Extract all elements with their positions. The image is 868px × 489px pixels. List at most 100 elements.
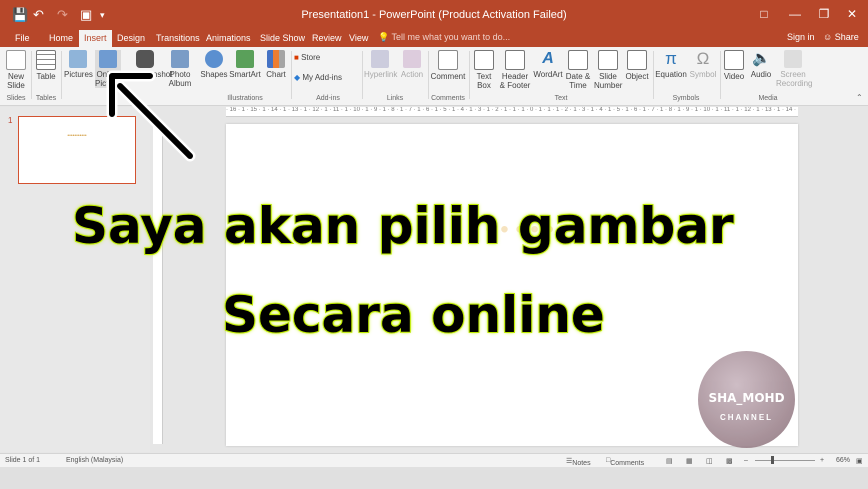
action-label: Action xyxy=(400,70,424,79)
tab-slide-show[interactable]: Slide Show xyxy=(255,32,310,44)
zoom-slider-thumb[interactable] xyxy=(771,456,774,464)
zoom-level[interactable]: 66% xyxy=(836,457,850,464)
object-button[interactable]: Object xyxy=(624,50,650,81)
object-label: Object xyxy=(625,72,649,81)
comment-label: Comment xyxy=(430,72,466,81)
slide-counter: Slide 1 of 1 xyxy=(5,457,41,464)
wordart-label: WordArt xyxy=(533,70,563,79)
zoom-slider[interactable] xyxy=(755,460,815,461)
tell-me-search[interactable]: 💡 Tell me what you want to do... xyxy=(378,32,510,43)
sign-in-link[interactable]: Sign in xyxy=(787,32,815,42)
audio-button[interactable]: 🔈 Audio xyxy=(749,50,773,79)
calendar-icon xyxy=(568,50,588,70)
group-label-illustrations: Illustrations xyxy=(227,95,263,102)
date-time-label: Date & Time xyxy=(565,72,591,90)
equation-icon: π xyxy=(665,49,677,68)
hyperlink-label: Hyperlink xyxy=(364,70,398,79)
addins-icon: ◆ xyxy=(294,73,301,82)
tab-file[interactable]: File xyxy=(10,32,35,44)
new-slide-label: New Slide xyxy=(7,72,25,90)
tab-home[interactable]: Home xyxy=(44,32,78,44)
reading-view-icon[interactable]: ◫ xyxy=(706,457,713,465)
action-icon xyxy=(403,50,421,68)
bottom-strip xyxy=(0,467,868,489)
hyperlink-icon xyxy=(371,50,389,68)
store-button[interactable]: ■ Store xyxy=(294,53,334,62)
horizontal-ruler: · 16 · 1 · 15 · 1 · 14 · 1 · 13 · 1 · 12… xyxy=(226,107,798,117)
pictures-label: Pictures xyxy=(64,70,93,79)
channel-watermark: SHA_MOHD CHANNEL xyxy=(698,351,795,448)
comment-button[interactable]: Comment xyxy=(430,50,466,81)
slide-sorter-icon[interactable]: ▦ xyxy=(686,457,693,465)
equation-button[interactable]: π Equation xyxy=(655,49,687,80)
object-icon xyxy=(627,50,647,70)
slide-number-button[interactable]: Slide Number xyxy=(594,50,622,90)
store-label: Store xyxy=(301,53,321,62)
equation-label: Equation xyxy=(655,70,687,79)
fit-to-window-icon[interactable]: ▣ xyxy=(856,457,863,465)
symbol-button[interactable]: Ω Symbol xyxy=(689,50,717,80)
group-label-text: Text xyxy=(554,95,568,102)
text-box-button[interactable]: Text Box xyxy=(472,50,496,90)
group-label-comments: Comments xyxy=(431,95,465,102)
caption-line-1: Saya akan pilih gambar xyxy=(71,196,735,256)
zoom-in-icon[interactable]: + xyxy=(820,457,824,464)
slide-number-icon xyxy=(598,50,618,70)
screen-recording-button[interactable]: Screen Recording xyxy=(776,50,812,88)
new-slide-button[interactable]: New Slide xyxy=(4,50,28,90)
header-footer-button[interactable]: Header & Footer xyxy=(499,50,531,90)
collapse-ribbon-icon[interactable]: ⌃ xyxy=(856,93,863,102)
tab-animations[interactable]: Animations xyxy=(201,32,256,44)
zoom-out-icon[interactable]: – xyxy=(744,457,748,464)
maximize-button[interactable]: ❐ xyxy=(812,5,836,23)
table-icon xyxy=(36,50,56,70)
user-icon: ☺ xyxy=(823,32,833,42)
pictures-button[interactable]: Pictures xyxy=(64,50,93,79)
header-footer-icon xyxy=(505,50,525,70)
slideshow-view-icon[interactable]: ▩ xyxy=(726,457,733,465)
title-bar: 💾 ↶ ↷ ▣ ▾ Presentation1 - PowerPoint (Pr… xyxy=(0,0,868,30)
language-indicator[interactable]: English (Malaysia) xyxy=(66,457,123,464)
group-label-links: Links xyxy=(386,95,404,102)
tell-me-text: Tell me what you want to do... xyxy=(391,32,511,42)
group-label-symbols: Symbols xyxy=(672,95,700,102)
chart-icon xyxy=(267,50,285,68)
table-button[interactable]: Table xyxy=(35,50,57,81)
video-button[interactable]: Video xyxy=(722,50,746,81)
share-label: Share xyxy=(834,32,859,42)
hyperlink-button[interactable]: Hyperlink xyxy=(364,50,398,79)
tab-insert[interactable]: Insert xyxy=(79,30,112,48)
close-button[interactable]: ✕ xyxy=(840,5,864,23)
store-icon: ■ xyxy=(294,53,299,62)
tab-transitions[interactable]: Transitions xyxy=(151,32,205,44)
ribbon-display-icon[interactable]: □ xyxy=(752,5,776,23)
notes-button[interactable]: ☰ Notes xyxy=(566,457,591,467)
text-box-label: Text Box xyxy=(476,72,492,90)
action-button[interactable]: Action xyxy=(399,50,425,79)
new-slide-icon xyxy=(6,50,26,70)
comments-button[interactable]: □ Comments xyxy=(606,457,644,467)
group-label-addins: Add-ins xyxy=(316,95,340,102)
notes-label: Notes xyxy=(572,460,591,467)
tab-view[interactable]: View xyxy=(344,32,373,44)
speaker-icon: 🔈 xyxy=(752,50,771,67)
group-label-slides: Slides xyxy=(6,95,26,102)
watermark-name: SHA_MOHD xyxy=(708,391,785,405)
comment-icon xyxy=(438,50,458,70)
smartart-button[interactable]: SmartArt xyxy=(229,50,261,79)
normal-view-icon[interactable]: ▤ xyxy=(666,457,673,465)
tab-design[interactable]: Design xyxy=(112,32,150,44)
wordart-button[interactable]: A WordArt xyxy=(533,50,563,79)
comments-label: Comments xyxy=(610,460,645,467)
minimize-button[interactable]: — xyxy=(783,5,807,23)
watermark-subtitle: CHANNEL xyxy=(719,413,774,422)
tab-review[interactable]: Review xyxy=(307,32,347,44)
chart-button[interactable]: Chart xyxy=(264,50,288,79)
group-label-tables: Tables xyxy=(35,95,57,102)
status-bar: Slide 1 of 1 English (Malaysia) ☰ Notes … xyxy=(0,453,868,468)
my-addins-button[interactable]: ◆ My Add-ins xyxy=(294,73,354,82)
slide-thumbnail-number: 1 xyxy=(8,116,13,125)
date-time-button[interactable]: Date & Time xyxy=(565,50,591,90)
header-footer-label: Header & Footer xyxy=(499,72,531,90)
share-button[interactable]: ☺ Share xyxy=(823,32,859,42)
